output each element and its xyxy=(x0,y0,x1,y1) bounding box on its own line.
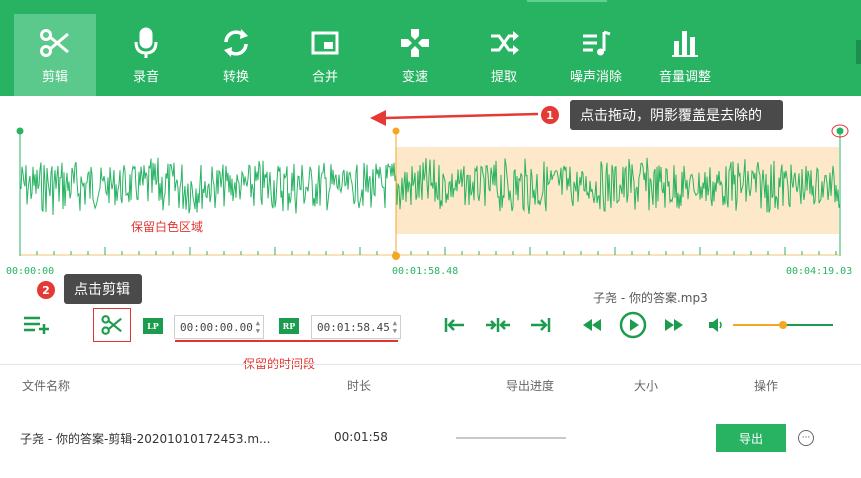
gamepad-icon xyxy=(401,29,429,57)
right-handle[interactable] xyxy=(836,127,844,135)
rp-badge: RP xyxy=(279,318,299,334)
play-circle-icon xyxy=(619,311,647,339)
tab-label: 剪辑 xyxy=(41,70,68,85)
bar-chart-icon xyxy=(672,31,698,57)
go-cursor-button[interactable] xyxy=(484,314,512,336)
tab-cut[interactable]: 剪辑 xyxy=(14,14,96,96)
tab-convert[interactable]: 转换 xyxy=(195,14,277,96)
drag-arrow-head xyxy=(370,110,386,126)
add-file-button[interactable] xyxy=(20,313,52,337)
rewind-icon xyxy=(583,319,601,331)
volume-slider-thumb[interactable] xyxy=(779,321,787,329)
tab-volume[interactable]: 音量调整 xyxy=(644,14,726,96)
header-duration: 时长 xyxy=(347,379,372,393)
spin-up-icon[interactable]: ▲ xyxy=(256,319,260,327)
callout-number: 2 xyxy=(37,281,55,299)
cursor-top-handle[interactable] xyxy=(392,127,400,135)
export-button[interactable]: 导出 xyxy=(716,424,786,452)
callout-number: 1 xyxy=(541,106,559,124)
spin-down-icon[interactable]: ▼ xyxy=(393,327,397,335)
arrow-to-end-icon xyxy=(531,318,551,332)
cursor-bottom-handle[interactable] xyxy=(392,252,400,260)
arrows-to-center-icon xyxy=(486,318,510,332)
row-duration: 00:01:58 xyxy=(334,430,388,444)
rp-time-input[interactable]: 00:01:58.45 ▲ ▼ xyxy=(311,315,401,339)
keep-area-label: 保留白色区域 xyxy=(131,220,204,234)
lp-time-spinner[interactable]: ▲ ▼ xyxy=(256,319,260,335)
play-button[interactable] xyxy=(618,310,648,340)
volume-button[interactable] xyxy=(706,316,726,334)
rewind-button[interactable] xyxy=(580,315,604,335)
merge-window-icon xyxy=(311,31,339,55)
window-edge xyxy=(856,40,861,64)
tab-label: 录音 xyxy=(132,70,159,85)
tab-label: 合并 xyxy=(311,70,338,85)
tab-speed[interactable]: 变速 xyxy=(374,14,456,96)
lp-badge: LP xyxy=(143,318,163,334)
title-bar-indicator xyxy=(527,0,607,2)
volume-slider-fill xyxy=(733,324,783,326)
cut-button[interactable] xyxy=(93,308,131,342)
toolbar: 剪辑 录音 转换 合并 变速 提取 噪声消除 音量调整 xyxy=(0,0,861,96)
rp-time-spinner[interactable]: ▲ ▼ xyxy=(393,319,397,335)
music-list-icon xyxy=(583,30,611,56)
go-start-button[interactable] xyxy=(442,314,468,336)
lp-time-input[interactable]: 00:00:00.00 ▲ ▼ xyxy=(174,315,264,339)
scissors-icon xyxy=(101,315,122,335)
more-options-icon[interactable]: ··· xyxy=(798,430,814,446)
arrow-to-start-icon xyxy=(444,318,464,332)
tab-label: 音量调整 xyxy=(658,70,711,85)
tab-label: 噪声消除 xyxy=(569,70,622,85)
end-time: 00:04:19.03 xyxy=(786,266,853,277)
tab-label: 转换 xyxy=(222,70,249,85)
tab-merge[interactable]: 合并 xyxy=(284,14,366,96)
header-progress: 导出进度 xyxy=(506,379,555,393)
row-file-name: 子尧 - 你的答案-剪辑-20201010172453.m... xyxy=(20,432,271,446)
lp-time-value: 00:00:00.00 xyxy=(180,320,253,334)
cursor-time: 00:01:58.48 xyxy=(392,266,459,277)
scissors-icon xyxy=(40,29,69,57)
speaker-icon xyxy=(709,318,722,332)
tab-extract[interactable]: 提取 xyxy=(463,14,545,96)
cut-callout: 点击剪辑 xyxy=(64,274,142,304)
shuffle-icon xyxy=(491,31,519,55)
fast-forward-icon xyxy=(665,319,683,331)
tab-label: 提取 xyxy=(490,70,517,85)
tab-denoise[interactable]: 噪声消除 xyxy=(555,14,637,96)
file-title: 子尧 - 你的答案.mp3 xyxy=(593,291,708,305)
volume-slider[interactable] xyxy=(733,321,833,329)
playlist-add-icon xyxy=(24,316,49,334)
spin-down-icon[interactable]: ▼ xyxy=(256,327,260,335)
drag-callout: 点击拖动，阴影覆盖是去除的 xyxy=(570,100,783,130)
fast-forward-button[interactable] xyxy=(662,315,686,335)
waveform-trace xyxy=(19,157,841,216)
tab-record[interactable]: 录音 xyxy=(105,14,187,96)
table-divider xyxy=(0,364,861,365)
keep-range-underline xyxy=(175,340,398,342)
header-size: 大小 xyxy=(634,379,659,393)
rp-time-value: 00:01:58.45 xyxy=(317,320,390,334)
left-handle[interactable] xyxy=(16,127,24,135)
convert-arrows-icon xyxy=(224,29,248,57)
start-time: 00:00:00 xyxy=(6,266,55,277)
drag-arrow-line xyxy=(384,112,539,120)
row-progress-bar xyxy=(456,437,566,439)
go-end-button[interactable] xyxy=(527,314,553,336)
spin-up-icon[interactable]: ▲ xyxy=(393,319,397,327)
microphone-icon xyxy=(134,27,158,58)
header-file-name: 文件名称 xyxy=(22,379,71,393)
header-action: 操作 xyxy=(754,379,779,393)
tab-label: 变速 xyxy=(401,70,428,85)
